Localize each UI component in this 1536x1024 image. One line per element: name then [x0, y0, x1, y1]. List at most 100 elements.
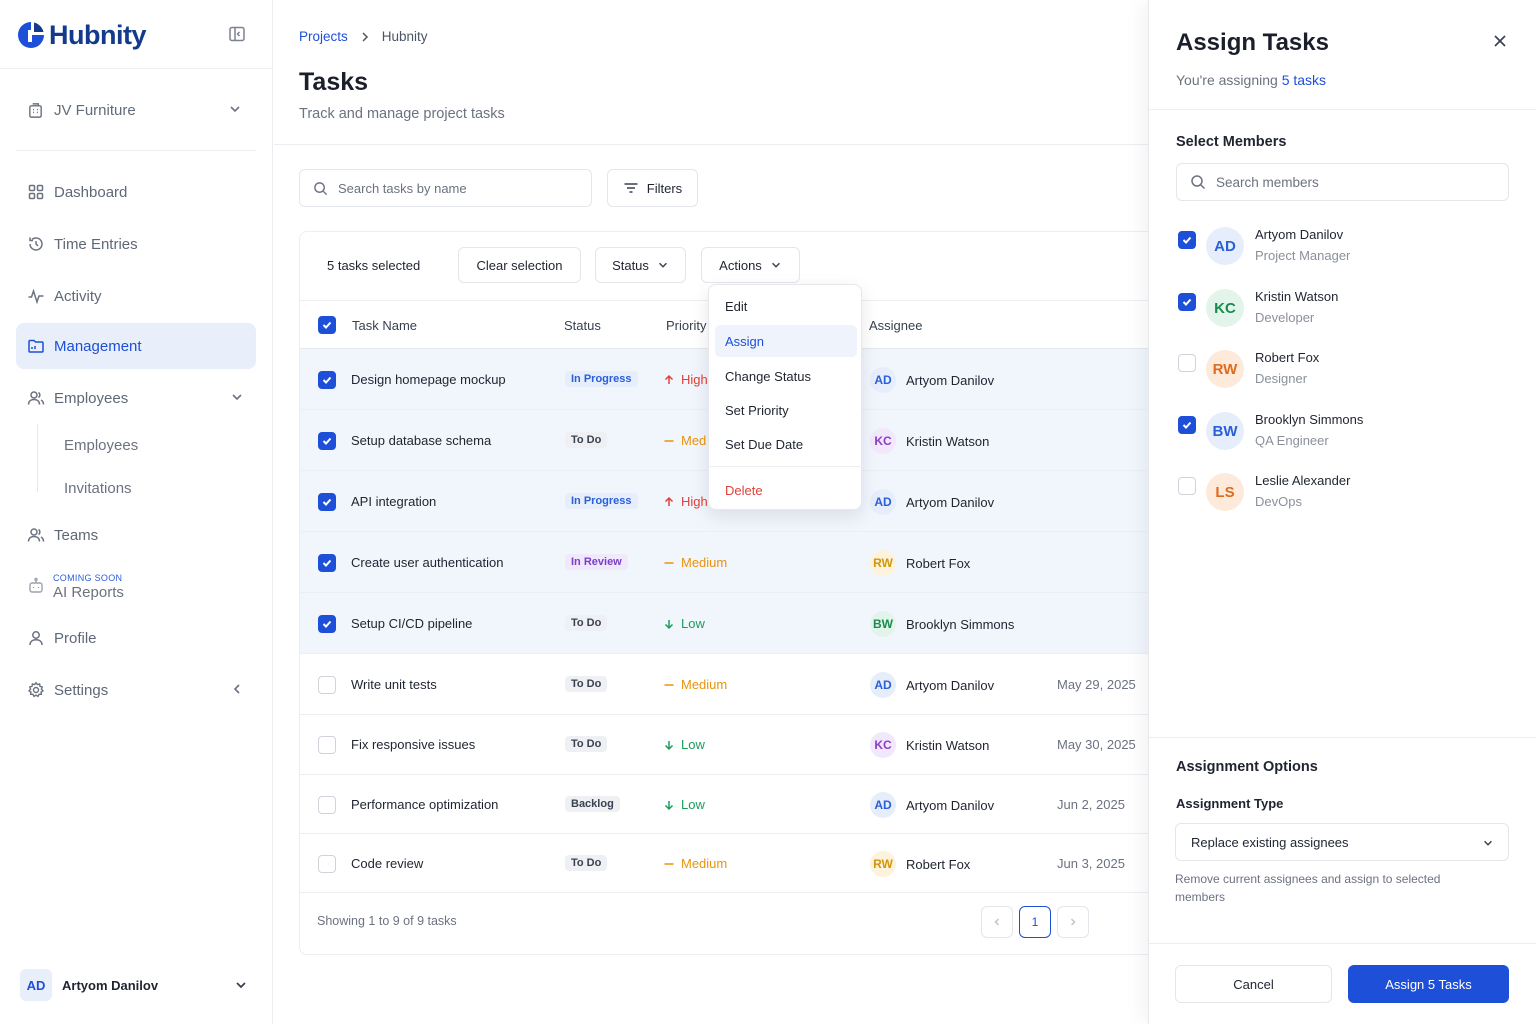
user-menu[interactable]: AD Artyom Danilov — [20, 968, 256, 1002]
table-row[interactable]: Fix responsive issues To Do Low KC Kristin W… — [300, 715, 1158, 775]
column-task-name[interactable]: Task Name — [352, 318, 417, 333]
assignee-cell: KC Kristin Watson — [870, 732, 989, 758]
org-switcher[interactable]: JV Furniture — [16, 88, 256, 132]
nav-teams[interactable]: Teams — [16, 512, 256, 558]
table-row[interactable]: Code review To Do Medium RW Robert Fox Jun 3,… — [300, 834, 1158, 893]
nav-time-entries[interactable]: Time Entries — [16, 221, 256, 267]
arrow-down-icon — [664, 619, 674, 629]
menu-item-edit[interactable]: Edit — [715, 290, 857, 322]
nav-activity[interactable]: Activity — [16, 273, 256, 319]
brand-name: Hubnity — [49, 19, 147, 50]
filters-button[interactable]: Filters — [607, 169, 698, 207]
column-priority[interactable]: Priority — [666, 318, 706, 333]
breadcrumb-projects[interactable]: Projects — [299, 29, 348, 44]
close-panel-button[interactable] — [1492, 33, 1508, 49]
row-checkbox[interactable] — [318, 432, 336, 450]
task-name[interactable]: Write unit tests — [351, 677, 437, 692]
assignee-avatar: RW — [870, 851, 896, 877]
user-name: Artyom Danilov — [62, 977, 159, 993]
table-row[interactable]: Write unit tests To Do Medium AD Artyom Dani… — [300, 654, 1158, 715]
row-checkbox[interactable] — [318, 676, 336, 694]
task-name[interactable]: Fix responsive issues — [351, 737, 475, 752]
member-role: Developer — [1255, 310, 1315, 325]
menu-item-set-due-date[interactable]: Set Due Date — [715, 428, 857, 460]
task-name[interactable]: Setup database schema — [351, 433, 491, 448]
menu-item-assign[interactable]: Assign — [715, 325, 857, 357]
row-checkbox[interactable] — [318, 736, 336, 754]
member-name: Artyom Danilov — [1255, 227, 1344, 242]
member-option[interactable]: BW Brooklyn Simmons QA Engineer — [1176, 412, 1509, 458]
assignee-cell: KC Kristin Watson — [870, 428, 989, 454]
table-row[interactable]: Setup CI/CD pipeline To Do Low BW Brooklyn S… — [300, 593, 1158, 654]
member-option[interactable]: RW Robert Fox Designer — [1176, 350, 1509, 396]
arrow-down-icon — [664, 800, 674, 810]
member-option[interactable]: LS Leslie Alexander DevOps — [1176, 473, 1509, 519]
assignee-name: Robert Fox — [906, 856, 971, 872]
clear-selection-button[interactable]: Clear selection — [458, 247, 581, 283]
grid-icon — [28, 184, 44, 200]
row-checkbox[interactable] — [318, 493, 336, 511]
submenu-line — [37, 424, 38, 492]
task-name[interactable]: Create user authentication — [351, 555, 503, 570]
row-checkbox[interactable] — [318, 371, 336, 389]
sidebar: Hubnity JV Furniture Dashboard Time Entr… — [0, 0, 273, 1024]
actions-button[interactable]: Actions — [701, 247, 800, 283]
status-button[interactable]: Status — [595, 247, 686, 283]
nav-settings[interactable]: Settings — [16, 667, 256, 713]
table-row[interactable]: Performance optimization Backlog Low AD Arty… — [300, 775, 1158, 834]
assignee-cell: BW Brooklyn Simmons — [870, 611, 1014, 637]
priority-label: High — [681, 372, 708, 387]
task-search-input[interactable]: Search tasks by name — [299, 169, 592, 207]
task-name[interactable]: Performance optimization — [351, 797, 498, 812]
task-name[interactable]: Code review — [351, 856, 423, 871]
row-checkbox[interactable] — [318, 796, 336, 814]
select-members-label: Select Members — [1176, 134, 1287, 150]
menu-item-change-status[interactable]: Change Status — [715, 360, 857, 392]
menu-item-set-priority[interactable]: Set Priority — [715, 394, 857, 426]
next-page-button[interactable] — [1057, 906, 1089, 938]
member-checkbox[interactable] — [1178, 477, 1196, 495]
panel-task-count-link[interactable]: 5 tasks — [1282, 72, 1326, 88]
table-row[interactable]: Create user authentication In Review Mediu… — [300, 532, 1158, 593]
member-option[interactable]: AD Artyom Danilov Project Manager — [1176, 227, 1509, 273]
nav-ai-reports[interactable] — [16, 565, 256, 607]
nav-dashboard-label: Dashboard — [54, 183, 128, 201]
task-name[interactable]: Setup CI/CD pipeline — [351, 616, 472, 631]
assignee-avatar: AD — [870, 489, 896, 515]
member-checkbox[interactable] — [1178, 293, 1196, 311]
assignee-avatar: KC — [870, 428, 896, 454]
cancel-button[interactable]: Cancel — [1175, 965, 1332, 1003]
member-search-input[interactable]: Search members — [1176, 163, 1509, 201]
nav-employees[interactable]: Employees — [16, 375, 256, 421]
assign-tasks-button[interactable]: Assign 5 Tasks — [1348, 965, 1509, 1003]
nav-profile[interactable]: Profile — [16, 615, 256, 661]
column-assignee[interactable]: Assignee — [869, 318, 922, 333]
row-checkbox[interactable] — [318, 554, 336, 572]
filters-label: Filters — [646, 180, 683, 196]
member-name: Kristin Watson — [1255, 289, 1339, 304]
task-name[interactable]: Design homepage mockup — [351, 372, 506, 387]
prev-page-button[interactable] — [981, 906, 1013, 938]
select-all-checkbox[interactable] — [318, 316, 336, 334]
sidebar-collapse-button[interactable] — [228, 25, 248, 45]
assignment-type-select[interactable]: Replace existing assignees — [1175, 823, 1509, 861]
member-checkbox[interactable] — [1178, 231, 1196, 249]
task-name[interactable]: API integration — [351, 494, 436, 509]
page-1-button[interactable]: 1 — [1019, 906, 1051, 938]
member-checkbox[interactable] — [1178, 416, 1196, 434]
nav-dashboard[interactable]: Dashboard — [16, 169, 256, 215]
member-checkbox[interactable] — [1178, 354, 1196, 372]
status-badge: To Do — [565, 736, 608, 752]
nav-management[interactable]: Management — [16, 323, 256, 369]
column-status[interactable]: Status — [564, 318, 601, 333]
brand-logo[interactable]: Hubnity — [17, 18, 147, 52]
menu-item-delete[interactable]: Delete — [715, 474, 857, 506]
row-checkbox[interactable] — [318, 855, 336, 873]
assignee-cell: RW Robert Fox — [870, 851, 970, 877]
row-checkbox[interactable] — [318, 615, 336, 633]
assignee-name: Artyom Danilov — [906, 494, 995, 510]
member-option[interactable]: KC Kristin Watson Developer — [1176, 289, 1509, 335]
status-badge: In Review — [565, 554, 628, 570]
nav-sub-invitations[interactable]: Invitations — [64, 480, 132, 497]
nav-sub-employees[interactable]: Employees — [64, 437, 138, 454]
